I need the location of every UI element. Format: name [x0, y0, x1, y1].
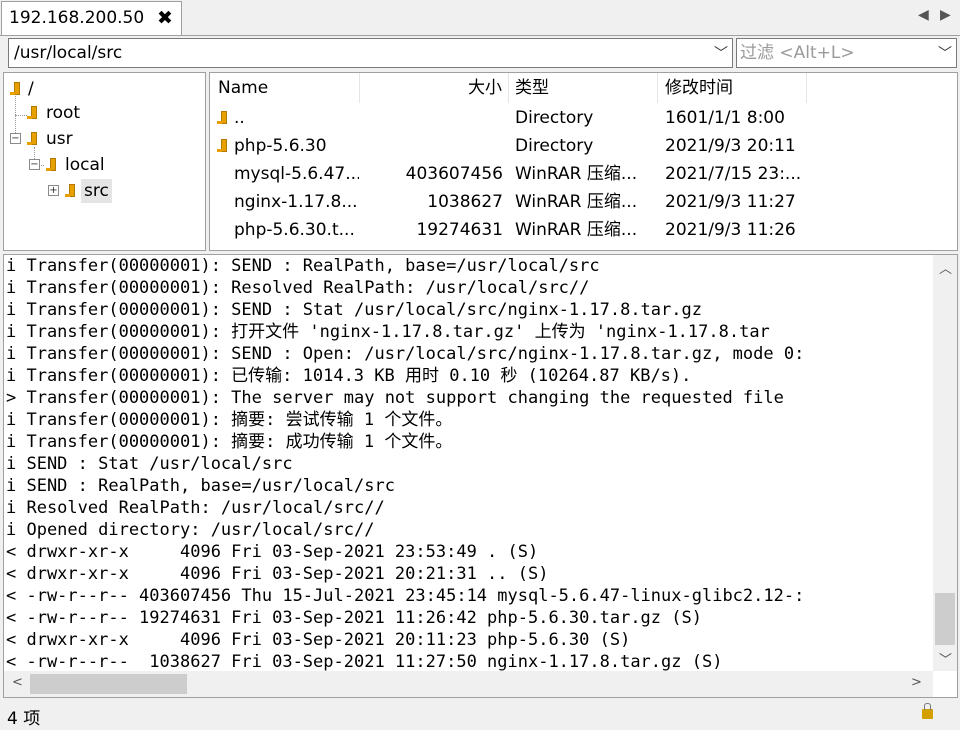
- chevron-down-icon[interactable]: ﹀: [938, 43, 952, 63]
- file-list: Name 大小 类型 修改时间 .. Directory 1601/1/1 8:…: [209, 72, 958, 251]
- log-line: i Opened directory: /usr/local/src//: [6, 520, 375, 540]
- log-line: i Transfer(00000001): SEND : Stat /usr/l…: [6, 300, 702, 320]
- collapse-icon[interactable]: −: [10, 133, 21, 144]
- log-line: < drwxr-xr-x 4096 Fri 03-Sep-2021 23:53:…: [6, 542, 539, 562]
- file-size: 1038627: [427, 192, 503, 212]
- file-modified: 1601/1/1 8:00: [665, 108, 785, 128]
- file-size: 403607456: [405, 164, 503, 184]
- file-name: ..: [234, 108, 245, 128]
- folder-icon: [10, 82, 20, 95]
- tree-item-label: src: [81, 179, 112, 203]
- folder-icon: [46, 158, 56, 171]
- file-name: php-5.6.30.t...: [234, 220, 355, 240]
- lock-icon: [922, 703, 933, 719]
- file-row[interactable]: mysql-5.6.47.... 403607456 WinRAR 压缩... …: [210, 160, 957, 188]
- log-line: i Transfer(00000001): Resolved RealPath:…: [6, 278, 590, 298]
- folder-icon: [217, 111, 227, 124]
- tab-scroll-left-icon[interactable]: ◀: [918, 7, 929, 23]
- log-line: i SEND : Stat /usr/local/src: [6, 454, 293, 474]
- file-type: WinRAR 压缩...: [515, 164, 638, 184]
- directory-tree: / root − usr − local + src: [3, 72, 206, 251]
- collapse-icon[interactable]: −: [29, 159, 40, 170]
- tree-line: [15, 115, 27, 116]
- column-header-size[interactable]: 大小: [360, 73, 509, 103]
- vertical-scrollbar[interactable]: ︿ ﹀: [933, 255, 957, 671]
- path-input[interactable]: /usr/local/src: [14, 43, 122, 63]
- status-bar: 4 项: [0, 700, 960, 730]
- tab-divider: [0, 35, 960, 36]
- filter-combobox[interactable]: ﹀: [736, 38, 957, 68]
- scroll-left-icon[interactable]: <: [12, 675, 23, 690]
- file-row[interactable]: nginx-1.17.8.... 1038627 WinRAR 压缩... 20…: [210, 188, 957, 216]
- folder-icon: [27, 132, 37, 145]
- horizontal-scrollbar[interactable]: < >: [4, 671, 933, 697]
- file-name: nginx-1.17.8....: [234, 192, 359, 212]
- file-modified: 2021/9/3 11:27: [665, 192, 796, 212]
- file-modified: 2021/9/3 20:11: [665, 136, 796, 156]
- tab-title: 192.168.200.50: [9, 8, 145, 28]
- log-line: i Transfer(00000001): 摘要: 成功传输 1 个文件。: [6, 432, 453, 452]
- file-type: WinRAR 压缩...: [515, 192, 638, 212]
- log-line: i SEND : RealPath, base=/usr/local/src: [6, 476, 395, 496]
- close-icon[interactable]: ✖: [157, 7, 173, 29]
- path-combobox[interactable]: /usr/local/src ﹀: [8, 38, 733, 68]
- file-size: 19274631: [416, 220, 503, 240]
- log-text[interactable]: i Transfer(00000001): SEND : RealPath, b…: [6, 255, 932, 671]
- log-line: < -rw-r--r-- 1038627 Fri 03-Sep-2021 11:…: [6, 652, 723, 671]
- tab-bar: 192.168.200.50 ✖ ◀ ▶: [0, 0, 960, 36]
- tree-item-label: /: [28, 79, 34, 99]
- vertical-scroll-thumb[interactable]: [935, 593, 955, 645]
- filter-input[interactable]: [740, 41, 930, 65]
- horizontal-scroll-thumb[interactable]: [30, 674, 187, 694]
- scroll-up-icon[interactable]: ︿: [939, 258, 952, 277]
- log-line: i Transfer(00000001): SEND : Open: /usr/…: [6, 344, 805, 364]
- expand-icon[interactable]: +: [48, 185, 59, 196]
- log-line: < -rw-r--r-- 403607456 Thu 15-Jul-2021 2…: [6, 586, 805, 606]
- column-header-modified[interactable]: 修改时间: [658, 73, 807, 103]
- log-line: i Transfer(00000001): 已传输: 1014.3 KB 用时 …: [6, 366, 692, 386]
- chevron-down-icon[interactable]: ﹀: [714, 43, 728, 63]
- scroll-right-icon[interactable]: >: [911, 675, 922, 690]
- log-line: i Transfer(00000001): 摘要: 尝试传输 1 个文件。: [6, 410, 453, 430]
- file-name: mysql-5.6.47....: [234, 164, 359, 184]
- scroll-down-icon[interactable]: ﹀: [939, 649, 952, 668]
- file-modified: 2021/9/3 11:26: [665, 220, 796, 240]
- log-line: < drwxr-xr-x 4096 Fri 03-Sep-2021 20:11:…: [6, 630, 631, 650]
- tree-item-label: root: [46, 103, 81, 123]
- log-line: i Transfer(00000001): SEND : RealPath, b…: [6, 256, 600, 276]
- tab-scroll-right-icon[interactable]: ▶: [940, 7, 951, 23]
- log-line: < -rw-r--r-- 19274631 Fri 03-Sep-2021 11…: [6, 608, 702, 628]
- tree-item-label: local: [65, 155, 105, 175]
- column-header-name[interactable]: Name: [210, 73, 360, 103]
- file-modified: 2021/7/15 23:...: [665, 164, 802, 184]
- log-line: > Transfer(00000001): The server may not…: [6, 388, 784, 408]
- file-type: WinRAR 压缩...: [515, 220, 638, 240]
- log-line: < drwxr-xr-x 4096 Fri 03-Sep-2021 20:21:…: [6, 564, 549, 584]
- file-name: php-5.6.30: [234, 136, 327, 156]
- file-row[interactable]: php-5.6.30.t... 19274631 WinRAR 压缩... 20…: [210, 216, 957, 244]
- file-type: Directory: [515, 108, 594, 128]
- folder-icon: [27, 106, 37, 119]
- folder-icon: [65, 184, 75, 197]
- transfer-log: i Transfer(00000001): SEND : RealPath, b…: [3, 254, 958, 698]
- file-type: Directory: [515, 136, 594, 156]
- folder-icon: [217, 139, 227, 152]
- log-line: i Resolved RealPath: /usr/local/src//: [6, 498, 385, 518]
- file-row[interactable]: .. Directory 1601/1/1 8:00: [210, 104, 957, 132]
- column-header-type[interactable]: 类型: [509, 73, 658, 103]
- tab-session[interactable]: 192.168.200.50 ✖: [1, 1, 182, 36]
- status-item-count: 4 项: [7, 709, 41, 729]
- tree-item-label: usr: [46, 129, 73, 149]
- file-row[interactable]: php-5.6.30 Directory 2021/9/3 20:11: [210, 132, 957, 160]
- log-line: i Transfer(00000001): 打开文件 'nginx-1.17.8…: [6, 322, 770, 342]
